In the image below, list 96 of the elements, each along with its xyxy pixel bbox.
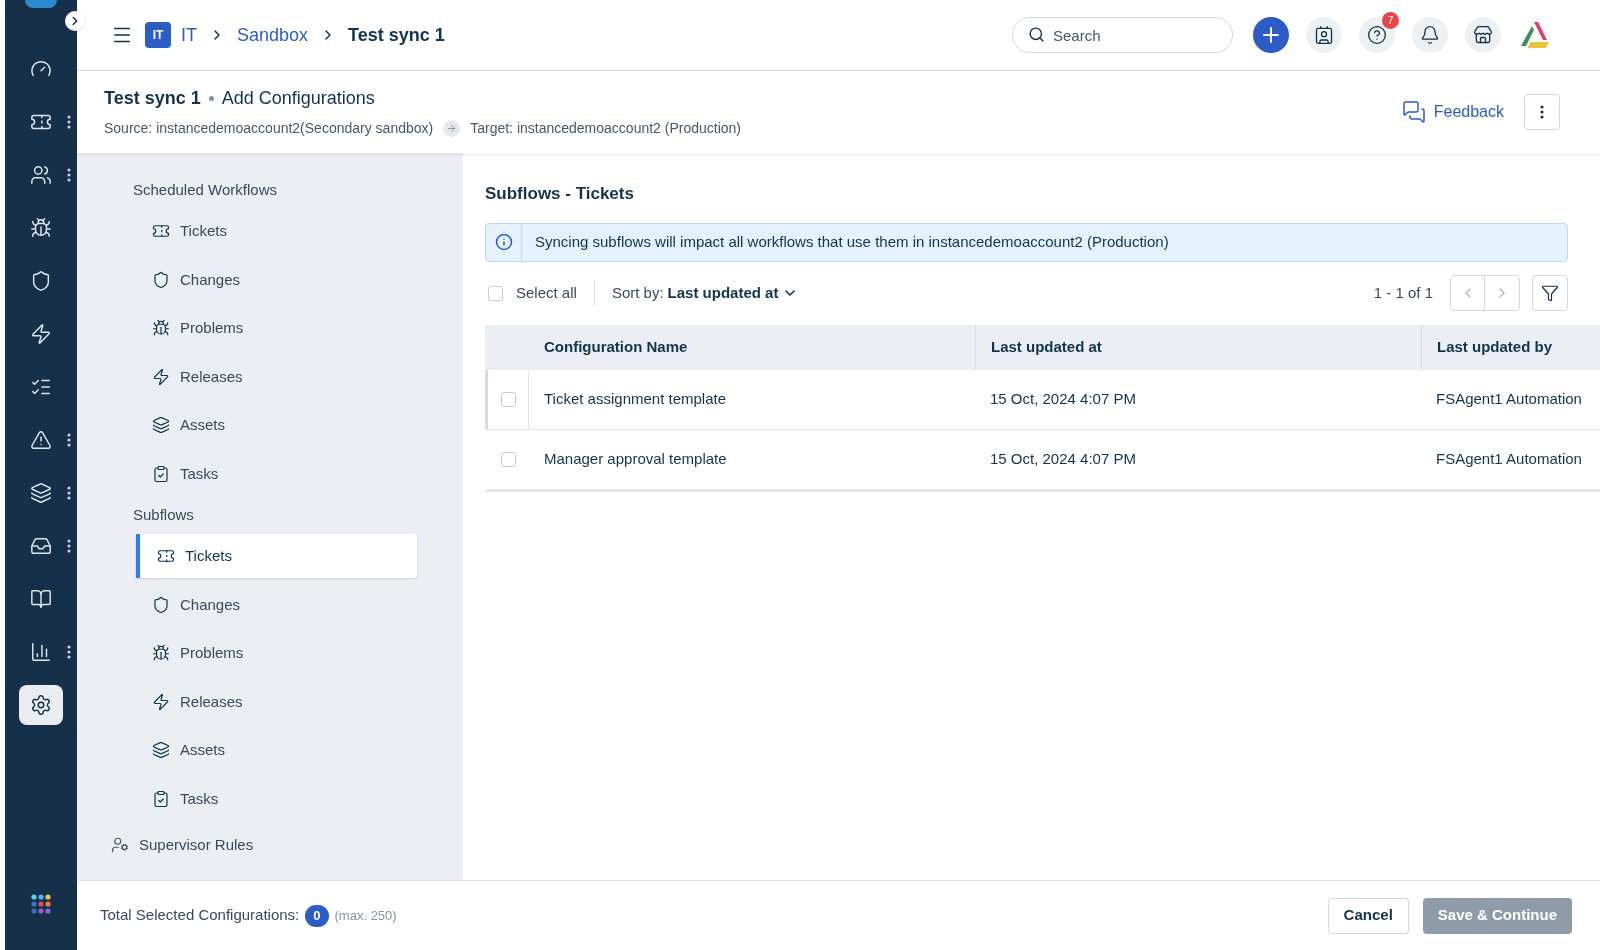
max-label: (max. 250): [334, 906, 397, 925]
sidebar-item[interactable]: Changes: [136, 582, 417, 627]
search-field[interactable]: Search: [1012, 17, 1233, 53]
target-label: Target: instancedemoaccount2 (Production): [470, 119, 742, 138]
help-button[interactable]: [1359, 17, 1395, 53]
group-heading: Scheduled Workflows: [132, 179, 278, 200]
lightning-icon: [152, 367, 170, 386]
column-header: Last updated at: [975, 324, 1421, 370]
breadcrumb-current: Test sync 1: [348, 23, 445, 47]
more-icon[interactable]: [67, 433, 71, 447]
table-cell-text: FSAgent1 Automation: [1435, 388, 1583, 409]
user-rules-icon: [111, 836, 129, 854]
book-icon: [30, 588, 52, 610]
sidebar-item[interactable]: Problems: [136, 306, 417, 351]
sidebar-item[interactable]: Tasks: [136, 776, 417, 821]
more-icon[interactable]: [67, 486, 71, 500]
settings-icon: [30, 694, 52, 716]
tray-icon: [30, 535, 52, 557]
users-icon: [30, 164, 52, 186]
sidebar-item[interactable]: Tickets: [136, 209, 417, 254]
sidebar-item[interactable]: Assets: [136, 403, 417, 448]
chart-icon: [30, 641, 52, 663]
sidebar-item[interactable]: Changes: [136, 257, 417, 302]
checkbox[interactable]: [488, 285, 503, 301]
bell-icon: [1420, 25, 1440, 45]
layers-icon: [152, 741, 170, 760]
breadcrumb-link[interactable]: IT: [181, 21, 197, 49]
shield-icon: [152, 595, 170, 614]
checkbox[interactable]: [501, 451, 516, 467]
notification-badge: 7: [1382, 12, 1399, 29]
cancel-button[interactable]: Cancel: [1327, 897, 1409, 934]
more-icon[interactable]: [67, 168, 71, 182]
lightning-icon: [30, 323, 52, 345]
sidebar-item[interactable]: Tasks: [136, 451, 417, 496]
pagination-label: 1 - 1 of 1: [1373, 282, 1433, 303]
filter-button[interactable]: [1532, 275, 1568, 311]
group-heading: Subflows: [132, 504, 195, 525]
breadcrumb-link[interactable]: Sandbox: [237, 21, 309, 49]
shield-icon: [30, 270, 52, 292]
add-button[interactable]: [1253, 17, 1289, 53]
store-icon: [1473, 25, 1493, 45]
more-icon[interactable]: [67, 115, 71, 129]
table-cell-text: 15 Oct, 2024 4:07 PM: [989, 388, 1137, 409]
select-all-label[interactable]: Select all: [516, 281, 577, 305]
lightning-icon: [152, 692, 170, 711]
info-icon: [494, 233, 513, 251]
checkbox[interactable]: [500, 391, 516, 407]
table-row[interactable]: Manager approval template 15 Oct, 2024 4:07 PM FSAgent1 Automation: [485, 429, 1600, 490]
table-cell-text: FSAgent1 Automation: [1435, 448, 1583, 469]
layers-icon: [152, 416, 170, 435]
selection-label: Total Selected Configurations:: [100, 905, 300, 926]
help-icon: [1367, 25, 1387, 45]
logo-icon[interactable]: [1518, 20, 1550, 50]
more-icon[interactable]: [67, 539, 71, 553]
contact-card-icon: [1314, 25, 1334, 45]
search-icon: [1028, 26, 1045, 43]
sort-dropdown[interactable]: Sort by: Last updated at: [611, 281, 799, 305]
more-icon[interactable]: [1540, 105, 1544, 119]
info-text: Syncing subflows will impact all workflows that use them in instancedemoaccount2 (Production): [535, 231, 1169, 252]
page-title: Test sync 1: [104, 87, 201, 110]
column-header: Configuration Name: [543, 336, 689, 357]
apps-grid-icon[interactable]: [31, 894, 51, 914]
bug-icon: [30, 217, 52, 239]
sidebar-item[interactable]: Problems: [136, 631, 417, 676]
table-cell-text: Ticket assignment template: [543, 388, 728, 409]
expand-button[interactable]: [65, 11, 85, 31]
page-subtitle: Add Configurations: [221, 87, 375, 110]
table-cell-text: Manager approval template: [543, 448, 728, 469]
clipboard-icon: [152, 464, 170, 483]
rail-button[interactable]: [19, 685, 63, 725]
chat-icon: [1401, 100, 1426, 124]
marketplace-button[interactable]: [1465, 17, 1501, 53]
sidebar-item[interactable]: Tickets: [136, 534, 417, 579]
table-cell-text: 15 Oct, 2024 4:07 PM: [989, 448, 1137, 469]
layers-icon: [30, 482, 52, 504]
sidebar-item[interactable]: Releases: [136, 354, 417, 399]
source-label: Source: instancedemoaccount2(Secondary sandbox): [104, 119, 434, 138]
column-header: Last updated by: [1421, 324, 1600, 370]
feedback-button[interactable]: Feedback: [1401, 100, 1504, 124]
clipboard-icon: [152, 789, 170, 808]
sidebar-item[interactable]: Supervisor Rules: [139, 833, 254, 857]
contacts-button[interactable]: [1306, 17, 1342, 53]
filter-icon: [1541, 284, 1559, 302]
warning-icon: [30, 429, 52, 451]
notifications-button[interactable]: [1412, 17, 1448, 53]
more-icon[interactable]: [67, 645, 71, 659]
count-badge: 0: [305, 904, 329, 927]
avatar[interactable]: [25, 0, 57, 8]
bug-icon: [152, 644, 170, 663]
bug-icon: [152, 319, 170, 338]
shield-icon: [152, 270, 170, 289]
sidebar-item[interactable]: Releases: [136, 679, 417, 724]
table-row[interactable]: Ticket assignment template 15 Oct, 2024 4:07 PM FSAgent1 Automation: [485, 369, 1600, 430]
workspace-badge: IT: [145, 22, 171, 48]
sidebar-item[interactable]: Assets: [136, 728, 417, 773]
section-title: Subflows - Tickets: [485, 183, 635, 205]
